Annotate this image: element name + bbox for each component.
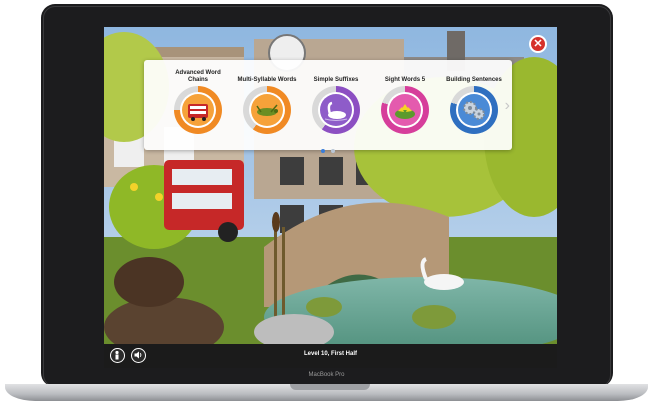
topic-carousel: Advanced Word Chains Multi-Syllable Word… [144, 60, 512, 153]
topic-label: Sight Words 5 [384, 77, 426, 83]
lily-frog-icon [395, 104, 415, 119]
topic-progress-ring [243, 86, 291, 134]
topic-label: Building Sentences [446, 77, 502, 83]
chevron-right-icon[interactable]: › [505, 98, 510, 114]
grasshopper-icon [256, 104, 278, 116]
topic-progress-ring [312, 86, 360, 134]
bottom-bar: Level 10, First Half [104, 344, 557, 368]
topic-card-simple-suffixes[interactable]: Simple Suffixes [304, 64, 368, 134]
laptop-base [5, 384, 648, 401]
double-decker-bus-icon [188, 104, 208, 121]
topic-card-advanced-word-chains[interactable]: Advanced Word Chains [166, 64, 230, 134]
swan-icon [324, 101, 348, 121]
topic-card-multi-syllable-words[interactable]: Multi-Syllable Words [235, 64, 299, 134]
topic-label: Advanced Word Chains [175, 70, 221, 83]
topic-progress-ring [450, 86, 498, 134]
topic-label: Simple Suffixes [313, 77, 359, 83]
page-dot[interactable] [331, 149, 336, 153]
app-screen: ✕ Advanced Word Chains Multi-Syllable Wo… [104, 27, 557, 368]
topic-card-building-sentences[interactable]: Building Sentences [442, 64, 506, 134]
laptop-hinge-notch [290, 384, 370, 390]
topic-card-sight-words-5[interactable]: Sight Words 5 [373, 64, 437, 134]
carousel-pagination [144, 140, 512, 158]
page-dot[interactable] [320, 149, 325, 153]
close-button[interactable]: ✕ [529, 35, 547, 53]
topic-label: Multi-Syllable Words [237, 77, 297, 83]
topic-progress-ring [381, 86, 429, 134]
laptop-model-label: MacBook Pro [308, 372, 345, 378]
topic-progress-ring [174, 86, 222, 134]
level-indicator: Level 10, First Half [303, 351, 358, 357]
gears-icon [463, 101, 485, 120]
